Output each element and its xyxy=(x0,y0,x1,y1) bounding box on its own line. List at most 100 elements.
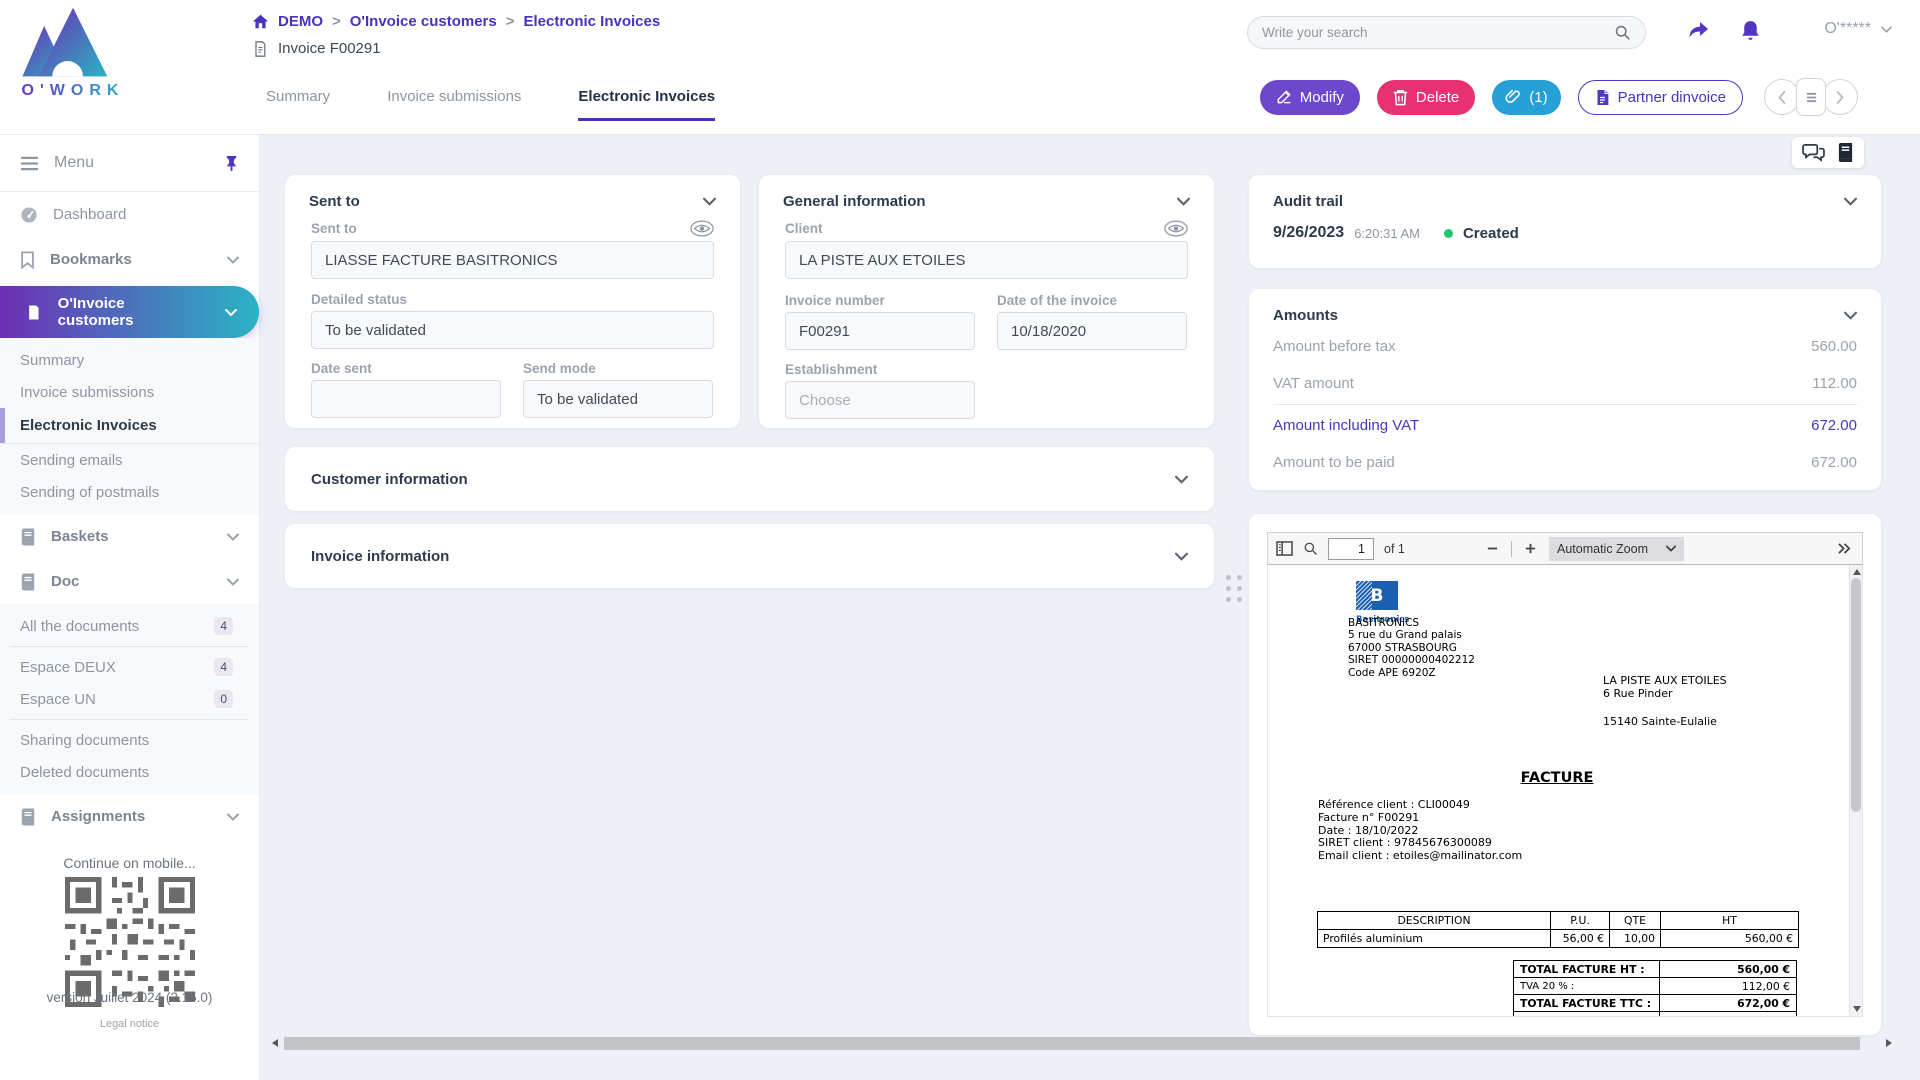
attachments-button[interactable]: (1) xyxy=(1492,80,1560,115)
delete-label: Delete xyxy=(1416,89,1459,106)
amount-row: Amount before tax 560.00 xyxy=(1273,328,1857,365)
sidebar-item-label: Dashboard xyxy=(53,206,126,223)
pdf-document-page[interactable]: B Basitronics BASITRONICS 5 rue du Grand… xyxy=(1267,565,1863,1017)
scroll-right-arrow[interactable] xyxy=(1886,1039,1892,1047)
modify-button[interactable]: Modify xyxy=(1260,80,1360,115)
sidebar-item-invoice-submissions[interactable]: Invoice submissions xyxy=(0,376,259,408)
horizontal-scrollbar[interactable] xyxy=(268,1036,1896,1051)
tab-invoice-submissions[interactable]: Invoice submissions xyxy=(387,88,521,121)
share-icon[interactable] xyxy=(1686,18,1712,42)
column-resize-handle[interactable] xyxy=(1226,575,1242,602)
invoice-date-field[interactable] xyxy=(997,312,1187,350)
user-menu[interactable]: O'***** xyxy=(1824,20,1892,38)
pdf-zoom-in-icon[interactable] xyxy=(1524,542,1537,555)
date-sent-field[interactable] xyxy=(311,380,501,418)
scrollbar-thumb[interactable] xyxy=(284,1037,1860,1050)
delete-button[interactable]: Delete xyxy=(1377,80,1475,115)
amount-row: VAT amount 112.00 xyxy=(1273,365,1857,402)
tab-summary[interactable]: Summary xyxy=(266,88,330,121)
qr-code xyxy=(65,877,195,1007)
detailed-status-field[interactable] xyxy=(311,311,714,349)
record-list-button[interactable] xyxy=(1796,78,1826,116)
count-badge: 0 xyxy=(214,690,233,708)
pencil-icon xyxy=(1276,89,1292,105)
search-icon[interactable] xyxy=(1614,24,1631,41)
legal-notice-link[interactable]: Legal notice xyxy=(0,1018,259,1030)
global-search[interactable] xyxy=(1247,16,1646,49)
record-pager xyxy=(1764,78,1858,116)
sidebar-item-dashboard[interactable]: Dashboard xyxy=(0,192,259,237)
sidebar-item-label: Bookmarks xyxy=(50,251,132,268)
sidebar-menu-header: Menu xyxy=(0,135,259,192)
sidebar-item-summary[interactable]: Summary xyxy=(0,344,259,376)
collapse-chevron-icon[interactable] xyxy=(1177,197,1190,206)
breadcrumb-level1[interactable]: O'Invoice customers xyxy=(350,13,497,30)
app-logo[interactable]: O'WORK xyxy=(18,6,128,100)
sidebar-item-espace-deux[interactable]: Espace DEUX 4 xyxy=(0,651,259,683)
sidebar-item-all-documents[interactable]: All the documents 4 xyxy=(0,610,259,642)
paperclip-icon xyxy=(1505,89,1521,105)
sidebar-item-sending-postmails[interactable]: Sending of postmails xyxy=(0,476,259,508)
collapse-chevron-icon[interactable] xyxy=(1844,311,1857,320)
total-row: TOTAL FACTURE TTC :672,00 € xyxy=(1514,995,1797,1012)
sidebar-item-electronic-invoices[interactable]: Electronic Invoices xyxy=(0,408,259,444)
sidebar-item-baskets[interactable]: Baskets xyxy=(0,514,259,559)
sidebar-item-sharing-documents[interactable]: Sharing documents xyxy=(0,724,259,756)
modify-label: Modify xyxy=(1300,89,1344,106)
collapse-chevron-icon[interactable] xyxy=(703,197,716,206)
sent-to-field[interactable] xyxy=(311,241,714,279)
sidebar-item-bookmarks[interactable]: Bookmarks xyxy=(0,237,259,282)
customer-information-toggle[interactable]: Customer information xyxy=(285,447,1214,511)
partner-invoice-button[interactable]: Partner dinvoice xyxy=(1578,80,1743,115)
eye-icon[interactable] xyxy=(1164,220,1188,237)
pdf-file-icon xyxy=(1595,89,1610,106)
invoice-number-field[interactable] xyxy=(785,312,975,350)
sidebar-item-assignments[interactable]: Assignments xyxy=(0,794,259,839)
sidebar-item-sending-emails[interactable]: Sending emails xyxy=(0,444,259,476)
breadcrumb-level2[interactable]: Electronic Invoices xyxy=(523,13,660,30)
collapse-chevron-icon[interactable] xyxy=(1844,197,1857,206)
sidebar-item-espace-un[interactable]: Espace UN 0 xyxy=(0,683,259,715)
scroll-left-arrow[interactable] xyxy=(272,1039,278,1047)
scroll-down-arrow[interactable] xyxy=(1853,1006,1861,1012)
scroll-up-arrow[interactable] xyxy=(1853,569,1861,575)
pdf-zoom-select[interactable]: Automatic Zoom xyxy=(1549,537,1684,561)
previous-record-button[interactable] xyxy=(1764,79,1800,115)
chevron-down-icon xyxy=(227,256,239,264)
sidebar-item-label: Summary xyxy=(20,352,84,369)
hamburger-icon[interactable] xyxy=(20,156,39,171)
send-mode-field[interactable] xyxy=(523,380,713,418)
pdf-vertical-scrollbar[interactable] xyxy=(1849,565,1862,1016)
next-record-button[interactable] xyxy=(1822,79,1858,115)
establishment-field[interactable] xyxy=(785,381,975,419)
count-badge: 4 xyxy=(214,617,233,635)
eye-icon[interactable] xyxy=(690,220,714,237)
bell-icon[interactable] xyxy=(1738,18,1763,43)
audit-date: 9/26/2023 xyxy=(1273,224,1344,242)
sidebar-item-label: Sending emails xyxy=(20,452,123,469)
search-input[interactable] xyxy=(1262,25,1614,40)
client-field[interactable] xyxy=(785,241,1188,279)
pdf-more-tools-icon[interactable] xyxy=(1837,542,1852,555)
sidebar-item-deleted-documents[interactable]: Deleted documents xyxy=(0,756,259,788)
breadcrumb-root[interactable]: DEMO xyxy=(278,13,323,30)
pdf-sidebar-toggle-icon[interactable] xyxy=(1276,541,1293,556)
sidebar-item-oinvoice-customers[interactable]: O'Invoice customers xyxy=(0,286,259,338)
invoice-information-toggle[interactable]: Invoice information xyxy=(285,524,1214,588)
dashboard-icon xyxy=(20,206,38,224)
pin-icon[interactable] xyxy=(224,155,239,172)
journal-icon[interactable] xyxy=(1837,143,1854,162)
sidebar-item-doc[interactable]: Doc xyxy=(0,559,259,604)
pdf-search-icon[interactable] xyxy=(1303,541,1318,556)
tab-electronic-invoices[interactable]: Electronic Invoices xyxy=(578,88,715,121)
pdf-zoom-out-icon[interactable] xyxy=(1486,542,1499,555)
scrollbar-thumb[interactable] xyxy=(1851,578,1861,812)
home-icon[interactable] xyxy=(252,13,269,30)
comments-icon[interactable] xyxy=(1802,143,1825,162)
pdf-page-input[interactable] xyxy=(1328,538,1374,560)
field-label: Sent to xyxy=(311,221,357,236)
field-label: Client xyxy=(785,221,823,236)
attachments-count: (1) xyxy=(1529,89,1547,106)
panel-title: General information xyxy=(783,193,926,210)
field-label: Date of the invoice xyxy=(997,293,1187,308)
